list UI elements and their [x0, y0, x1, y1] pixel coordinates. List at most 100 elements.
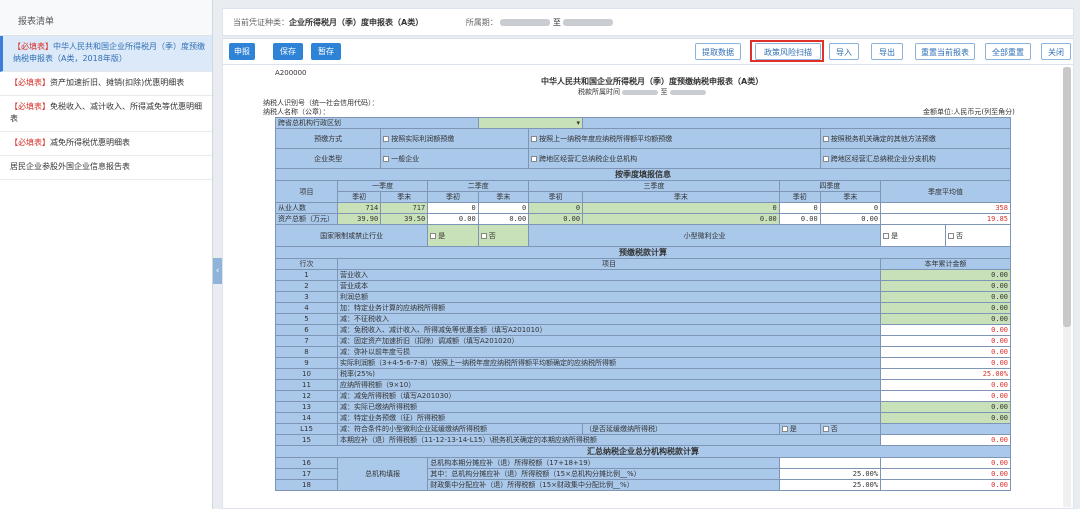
- export-button[interactable]: 导出: [871, 43, 903, 60]
- sidebar-item-tax-relief[interactable]: 【必填表】减免所得税优惠明细表: [0, 132, 212, 156]
- toolbar: 申报 保存 暂存 提取数据 政策风险扫描 导入 导出 重置当前报表 全部重置 关…: [222, 38, 1074, 64]
- sidebar-item-a-class-return[interactable]: 【必填表】中华人民共和国企业所得税月（季）度预缴纳税申报表（A类，2018年版）: [0, 36, 212, 72]
- enterprise-type-option-3[interactable]: 跨地区经营汇总纳税企业分支机构: [819, 148, 1012, 169]
- aggregate-amount: 0.00: [880, 468, 1011, 480]
- prepay-method-option-1[interactable]: 按照实际利润额预缴: [380, 128, 530, 149]
- assets-q1-end[interactable]: 39.50: [380, 213, 429, 225]
- defer-yes[interactable]: 是: [778, 423, 821, 435]
- declare-button[interactable]: 申报: [229, 43, 255, 60]
- calc-amount: 0.00: [880, 390, 1011, 402]
- calc-row: 6 减：免税收入、减计收入、所得减免等优惠金额（填写A201010） 0.00: [275, 324, 1011, 336]
- employees-q1-start[interactable]: 714: [336, 202, 382, 214]
- sidebar-item-label: 减免所得税优惠明细表: [50, 138, 130, 147]
- calc-row: 10 税率(25%) 25.00%: [275, 368, 1011, 380]
- checkbox-icon: [822, 155, 829, 162]
- aggregate-percent: 25.00%: [778, 479, 882, 491]
- admin-region-label: 跨省总机构行政区划: [275, 117, 479, 129]
- sidebar-item-label: 资产加速折旧、摊销(扣除)优惠明细表: [50, 78, 185, 87]
- small-enterprise-yes[interactable]: 是: [880, 224, 946, 247]
- calc-amount: 0.00: [880, 324, 1011, 336]
- calc-row: 11 应纳所得税额（9×10） 0.00: [275, 379, 1011, 391]
- defer-no[interactable]: 否: [819, 423, 882, 435]
- calc-row: 3 利润总额 0.00: [275, 291, 1011, 303]
- employees-q4-start[interactable]: 0: [778, 202, 821, 214]
- checkbox-icon: [822, 135, 829, 142]
- report-list-sidebar: 报表清单 【必填表】中华人民共和国企业所得税月（季）度预缴纳税申报表（A类，20…: [0, 0, 213, 509]
- calc-row: 7 减：固定资产加速折旧（扣除）调减额（填写A201020） 0.00: [275, 335, 1011, 347]
- assets-q3-end[interactable]: 0.00: [582, 213, 780, 225]
- calc-amount[interactable]: 0.00: [880, 291, 1011, 303]
- voucher-type: 企业所得税月（季）度申报表（A类）: [289, 18, 424, 27]
- restricted-no[interactable]: 否: [477, 224, 530, 247]
- aggregate-group-label: 总机构填报: [336, 457, 429, 491]
- assets-q2-start[interactable]: 0.00: [427, 213, 479, 225]
- sidebar-item-exempt-income[interactable]: 【必填表】免税收入、减计收入、所得减免等优惠明细表: [0, 96, 212, 132]
- calc-amount: 0.00: [880, 346, 1011, 358]
- aggregate-header: 汇总纳税企业总分机构税款计算: [275, 445, 1011, 458]
- small-enterprise-label: 小型微利企业: [528, 224, 882, 247]
- calc-amount[interactable]: 0.00: [880, 412, 1011, 424]
- calc-row: 1 营业收入 0.00: [275, 269, 1011, 281]
- vertical-scrollbar[interactable]: [1063, 67, 1071, 507]
- calc-amount[interactable]: 0.00: [880, 302, 1011, 314]
- calc-amount: 0.00: [880, 357, 1011, 369]
- form-table: 跨省总机构行政区划 ▾ 预缴方式 按照实际利润额预缴 按照上一纳税年度应纳税所得额…: [274, 117, 1012, 491]
- aggregate-amount: 0.00: [880, 457, 1011, 469]
- assets-q1-start[interactable]: 39.90: [336, 213, 382, 225]
- assets-q3-start[interactable]: 0.00: [528, 213, 584, 225]
- employees-q3-end[interactable]: 0: [582, 202, 780, 214]
- calc-rows: 1 营业收入 0.00 2 营业成本 0.00 3 利润总额 0.00 4 加：特定业务计算的应纳税…: [275, 269, 1011, 446]
- employees-average: 358: [880, 202, 1011, 214]
- enterprise-type-label: 企业类型: [274, 148, 382, 169]
- sidebar-title: 报表清单: [0, 0, 212, 36]
- calc-row: 12 减：减免所得税额（填写A201030） 0.00: [275, 390, 1011, 402]
- aggregate-row: 16 总机构填报 总机构本期分摊应补（退）所得税额（17+18+19） 0.00: [275, 457, 1011, 491]
- assets-average: 19.85: [880, 213, 1011, 225]
- sidebar-item-depreciation[interactable]: 【必填表】资产加速折旧、摊销(扣除)优惠明细表: [0, 72, 212, 96]
- employees-q4-end[interactable]: 0: [819, 202, 882, 214]
- form-code: A200000: [275, 69, 307, 77]
- employees-q2-end[interactable]: 0: [477, 202, 530, 214]
- employees-q2-start[interactable]: 0: [427, 202, 479, 214]
- assets-q2-end[interactable]: 0.00: [477, 213, 530, 225]
- period-end-redacted: [563, 19, 614, 26]
- small-enterprise-no[interactable]: 否: [944, 224, 1012, 247]
- calc-row: L15 减：符合条件的小型微利企业延缓缴纳所得税额 （是否延缓缴纳所得税）是否: [275, 423, 1011, 435]
- import-button[interactable]: 导入: [829, 43, 859, 60]
- form-title: 中华人民共和国企业所得税月（季）度预缴纳税申报表（A类）: [541, 77, 764, 86]
- prepay-method-option-2[interactable]: 按照上一纳税年度应纳税所得额平均额预缴: [528, 128, 821, 149]
- sidebar-collapse-handle[interactable]: ‹: [213, 258, 222, 284]
- calc-amount[interactable]: 0.00: [880, 280, 1011, 292]
- admin-region-select[interactable]: ▾: [477, 117, 584, 129]
- enterprise-type-option-1[interactable]: 一般企业: [380, 148, 530, 169]
- enterprise-type-option-2[interactable]: 跨地区经营汇总纳税企业总机构: [528, 148, 821, 169]
- assets-q4-end[interactable]: 0.00: [819, 213, 882, 225]
- prepay-method-option-3[interactable]: 按照税务机关确定的其他方法预缴: [819, 128, 1012, 149]
- calc-amount: 0.00: [880, 434, 1011, 446]
- quarterly-info-header: 按季度填报信息: [275, 168, 1011, 181]
- assets-q4-start[interactable]: 0.00: [778, 213, 821, 225]
- taxpayer-name-label: 纳税人名称（公章）：: [263, 108, 330, 116]
- employees-q3-start[interactable]: 0: [528, 202, 584, 214]
- employees-q1-end[interactable]: 717: [380, 202, 429, 214]
- prepay-calc-header: 预缴税款计算: [275, 246, 1011, 259]
- period-start-redacted: [500, 19, 551, 26]
- form-document: A200000 中华人民共和国企业所得税月（季）度预缴纳税申报表（A类） 税款所…: [222, 64, 1074, 509]
- calc-amount[interactable]: 0.00: [880, 401, 1011, 413]
- reset-all-button[interactable]: 全部重置: [985, 43, 1031, 60]
- calc-amount[interactable]: 0.00: [880, 313, 1011, 325]
- checkbox-icon: [531, 155, 538, 162]
- restricted-industry-label: 国家限制或禁止行业: [274, 224, 429, 247]
- aggregate-percent: [778, 457, 882, 469]
- stash-button[interactable]: 暂存: [311, 43, 341, 60]
- save-button[interactable]: 保存: [273, 43, 303, 60]
- fetch-data-button[interactable]: 提取数据: [695, 43, 741, 60]
- calc-row: 2 营业成本 0.00: [275, 280, 1011, 292]
- calc-amount[interactable]: 0.00: [880, 269, 1011, 281]
- aggregate-rows: 16 总机构填报 总机构本期分摊应补（退）所得税额（17+18+19） 0.00 17 其…: [275, 457, 1011, 491]
- reset-current-button[interactable]: 重置当前报表: [915, 43, 975, 60]
- unit-label: 金额单位:人民币元(列至角分): [923, 108, 1015, 116]
- close-button[interactable]: 关闭: [1041, 43, 1071, 60]
- restricted-yes[interactable]: 是: [427, 224, 479, 247]
- sidebar-item-foreign-info[interactable]: 居民企业参股外国企业信息报告表: [0, 156, 212, 180]
